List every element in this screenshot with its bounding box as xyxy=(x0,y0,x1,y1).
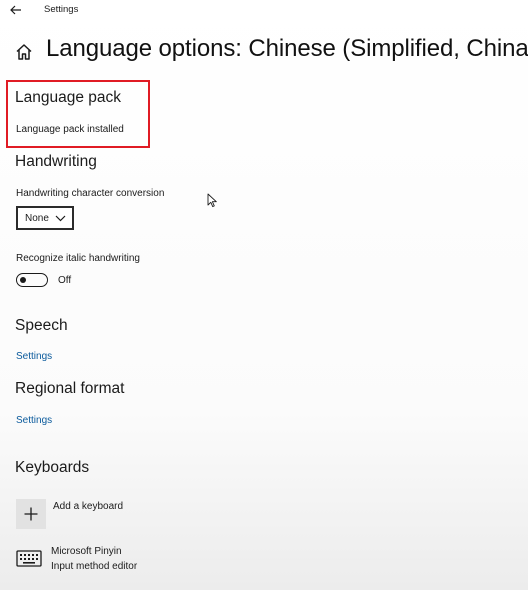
add-keyboard-button[interactable] xyxy=(16,499,46,529)
speech-heading: Speech xyxy=(15,317,68,334)
regional-format-heading: Regional format xyxy=(15,380,125,397)
italic-handwriting-label: Recognize italic handwriting xyxy=(16,253,140,264)
handwriting-conversion-label: Handwriting character conversion xyxy=(16,188,165,199)
toggle-knob xyxy=(20,276,26,283)
language-pack-heading: Language pack xyxy=(15,89,122,106)
home-icon xyxy=(16,44,32,60)
add-keyboard-label[interactable]: Add a keyboard xyxy=(53,501,123,512)
back-button[interactable] xyxy=(4,0,28,20)
plus-icon xyxy=(24,507,38,521)
back-arrow-icon xyxy=(10,5,21,15)
keyboard-icon xyxy=(16,550,42,567)
handwriting-conversion-dropdown[interactable]: None xyxy=(16,206,74,230)
italic-handwriting-toggle[interactable] xyxy=(16,273,48,287)
regional-format-settings-link[interactable]: Settings xyxy=(16,415,52,426)
mouse-pointer-icon xyxy=(207,193,217,208)
keyboard-item-type: Input method editor xyxy=(51,561,138,572)
chevron-down-icon xyxy=(55,215,66,222)
keyboards-heading: Keyboards xyxy=(15,459,90,476)
speech-settings-link[interactable]: Settings xyxy=(16,351,52,362)
page-title: Language options: Chinese (Simplified, C… xyxy=(46,35,528,62)
dropdown-value: None xyxy=(25,212,49,224)
keyboard-item-name[interactable]: Microsoft Pinyin xyxy=(51,546,122,557)
handwriting-heading: Handwriting xyxy=(15,153,97,170)
italic-handwriting-state: Off xyxy=(58,275,72,286)
window-title: Settings xyxy=(44,4,79,15)
language-pack-status: Language pack installed xyxy=(16,124,124,135)
